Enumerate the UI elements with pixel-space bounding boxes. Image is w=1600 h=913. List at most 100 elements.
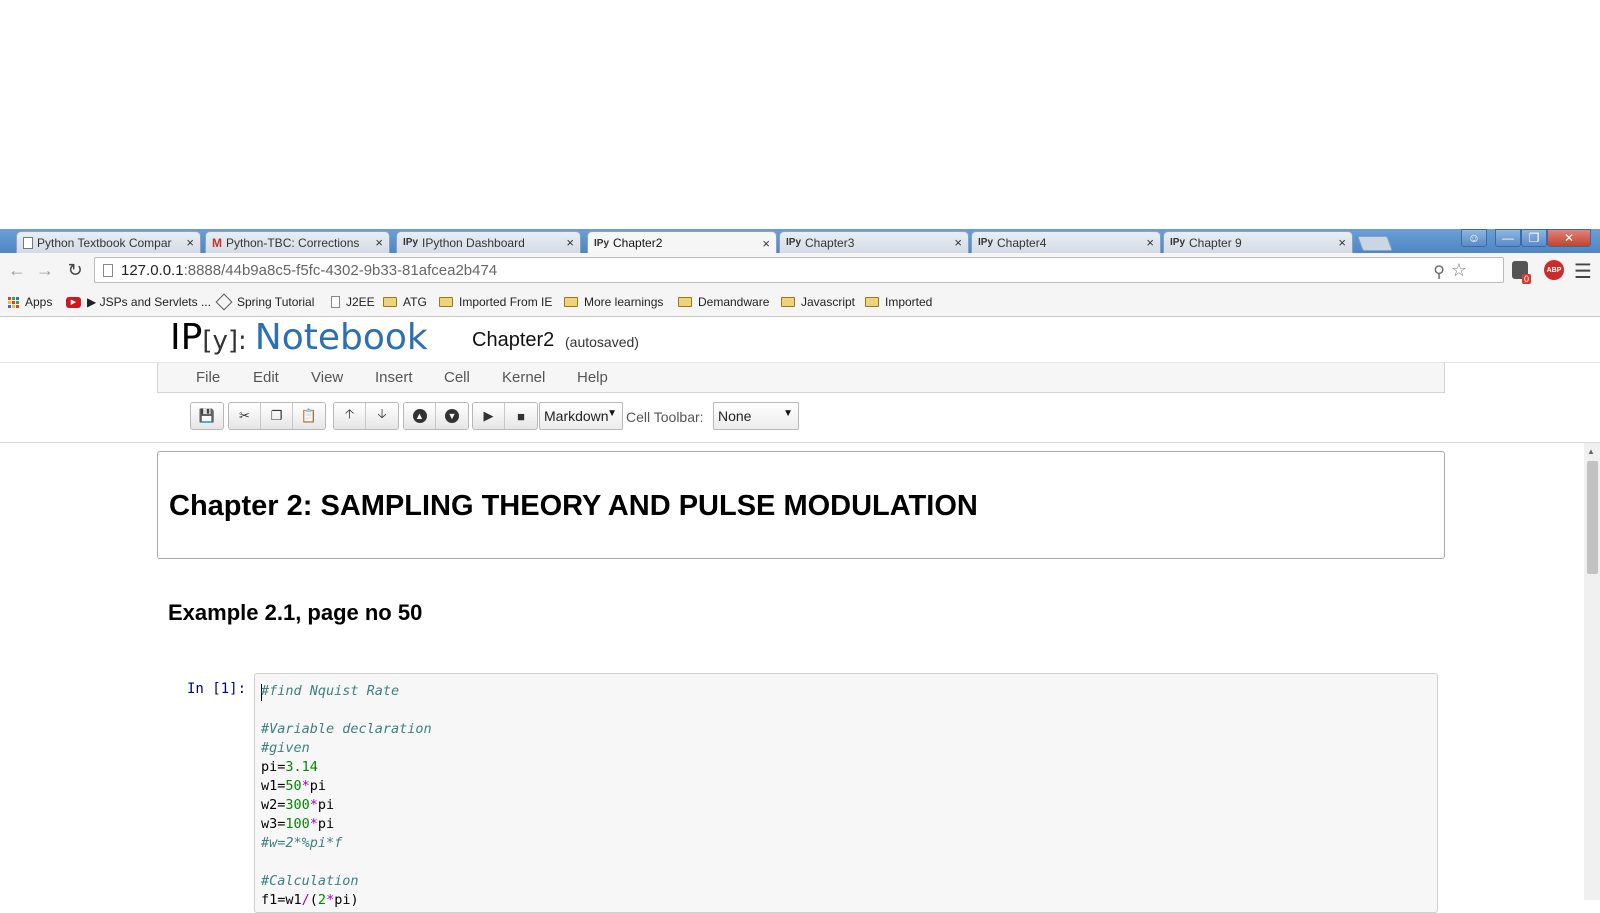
copy-icon[interactable]: ❐: [261, 403, 293, 429]
bookmark-more-learnings[interactable]: More learnings: [564, 295, 663, 309]
spring-icon: [215, 293, 233, 311]
run-group: ▶ ■: [472, 402, 538, 430]
scroll-up-icon[interactable]: ▲: [1587, 447, 1595, 456]
minimize-icon[interactable]: —: [1495, 229, 1521, 247]
ipython-icon: IPy: [1170, 237, 1186, 248]
folder-icon: [781, 297, 795, 307]
folder-icon: [865, 297, 879, 307]
reload-icon[interactable]: ↻: [64, 260, 86, 281]
hamburger-menu-icon[interactable]: ☰: [1574, 259, 1592, 284]
apps-icon: [8, 296, 19, 308]
bookmark-atg[interactable]: ATG: [383, 295, 427, 309]
paste-icon[interactable]: 📋: [293, 403, 325, 429]
move-group: 🡡 🡣: [333, 402, 399, 430]
gmail-icon: M: [212, 235, 222, 250]
run-icon[interactable]: ▶: [473, 403, 505, 429]
restore-icon[interactable]: ❐: [1521, 229, 1547, 247]
youtube-icon: ▶: [66, 296, 81, 308]
save-group: 💾: [190, 402, 224, 430]
new-tab-button[interactable]: [1357, 236, 1393, 251]
autosave-status: (autosaved): [565, 334, 639, 350]
insert-above-icon[interactable]: ▲: [404, 403, 436, 429]
save-icon[interactable]: 💾: [191, 403, 223, 429]
bookmark-apps[interactable]: Apps: [8, 295, 52, 309]
tab-strip: Python Textbook Compar × M Python-TBC: C…: [0, 229, 1600, 254]
bookmark-imported[interactable]: Imported: [865, 295, 932, 309]
close-icon[interactable]: ×: [954, 235, 962, 250]
cell-toolbar-label: Cell Toolbar:: [626, 409, 704, 425]
insert-group: ▲ ▼: [403, 402, 469, 430]
ipython-logo[interactable]: IP[y]: Notebook: [170, 317, 428, 358]
bookmark-imported-from-ie[interactable]: Imported From IE: [439, 295, 552, 309]
ipython-icon: IPy: [786, 237, 802, 248]
window-close-icon[interactable]: ✕: [1547, 229, 1591, 247]
document-icon: [23, 236, 33, 249]
bookmark-javascript[interactable]: Javascript: [781, 295, 855, 309]
ipython-icon: IPy: [594, 237, 610, 249]
tab-chapter2[interactable]: IPy Chapter2 ×: [587, 231, 777, 254]
bookmark-j2ee[interactable]: J2EE: [331, 295, 375, 309]
doc-icon: [331, 296, 340, 308]
edit-group: ✂ ❐ 📋: [228, 402, 326, 430]
chevron-down-icon: ▼: [783, 408, 793, 419]
bookmark-demandware[interactable]: Demandware: [678, 295, 769, 309]
tab-python-tbc[interactable]: M Python-TBC: Corrections ×: [205, 231, 390, 253]
extension-badge: 0: [1522, 274, 1532, 284]
close-icon[interactable]: ×: [566, 235, 574, 250]
code-cell[interactable]: #find Nquist Rate #Variable declaration …: [254, 673, 1438, 913]
blank-area: [0, 0, 1600, 229]
close-icon[interactable]: ×: [762, 236, 770, 251]
zoom-icon[interactable]: ⚲: [1433, 262, 1445, 282]
notebook-header: IP[y]: Notebook Chapter2 (autosaved): [0, 317, 1600, 363]
notebook-menubar: File Edit View Insert Cell Kernel Help: [157, 363, 1445, 393]
code-editor[interactable]: #find Nquist Rate #Variable declaration …: [261, 682, 432, 910]
close-icon[interactable]: ×: [186, 235, 194, 250]
back-icon[interactable]: ←: [6, 260, 28, 281]
insert-below-icon[interactable]: ▼: [436, 403, 468, 429]
heading-1: Chapter 2: SAMPLING THEORY AND PULSE MOD…: [169, 490, 978, 522]
menu-cell[interactable]: Cell: [444, 369, 470, 386]
menu-edit[interactable]: Edit: [253, 369, 279, 386]
tab-chapter9[interactable]: IPy Chapter 9 ×: [1163, 231, 1353, 253]
menu-view[interactable]: View: [311, 369, 343, 386]
adblock-icon[interactable]: ABP: [1544, 260, 1564, 280]
user-icon[interactable]: ☺: [1461, 229, 1487, 247]
menu-kernel[interactable]: Kernel: [502, 369, 545, 386]
close-icon[interactable]: ×: [1338, 235, 1346, 250]
tab-chapter4[interactable]: IPy Chapter4 ×: [971, 231, 1161, 253]
address-bar[interactable]: 127.0.0.1:8888/44b9a8c5-f5fc-4302-9b33-8…: [94, 257, 1504, 283]
bookmark-spring-tutorial[interactable]: Spring Tutorial: [215, 293, 314, 311]
markdown-cell-heading[interactable]: Chapter 2: SAMPLING THEORY AND PULSE MOD…: [157, 451, 1445, 559]
notebook-toolbar: 💾 ✂ ❐ 📋 🡡 🡣 ▲ ▼ ▶ ■ Markdown ▼ Cell Tool…: [0, 393, 1600, 443]
bookmark-jsps-servlets[interactable]: ▶ ▶ JSPs and Servlets ...: [66, 295, 211, 309]
menu-file[interactable]: File: [196, 369, 220, 386]
close-icon[interactable]: ×: [375, 235, 383, 250]
move-up-icon[interactable]: 🡡: [334, 403, 366, 429]
ipython-icon: IPy: [978, 237, 994, 248]
bookmark-star-icon[interactable]: ☆: [1451, 260, 1467, 281]
folder-icon: [439, 297, 453, 307]
cell-type-select[interactable]: Markdown ▼: [539, 402, 623, 430]
menu-help[interactable]: Help: [577, 369, 608, 386]
folder-icon: [564, 297, 578, 307]
chevron-down-icon: ▼: [607, 408, 617, 419]
heading-2: Example 2.1, page no 50: [168, 600, 423, 625]
input-prompt: In [1]:: [187, 681, 247, 697]
menu-insert[interactable]: Insert: [375, 369, 413, 386]
move-down-icon[interactable]: 🡣: [366, 403, 398, 429]
notebook-name[interactable]: Chapter2: [472, 329, 554, 352]
browser-toolbar: ← → ↻ 127.0.0.1:8888/44b9a8c5-f5fc-4302-…: [0, 253, 1600, 287]
page-icon: [103, 263, 113, 277]
folder-icon: [383, 297, 397, 307]
cut-icon[interactable]: ✂: [229, 403, 261, 429]
ipython-icon: IPy: [403, 237, 419, 248]
tab-ipython-dashboard[interactable]: IPy IPython Dashboard ×: [396, 231, 581, 253]
folder-icon: [678, 297, 692, 307]
cell-toolbar-select[interactable]: None ▼: [713, 402, 799, 430]
tab-chapter3[interactable]: IPy Chapter3 ×: [779, 231, 969, 253]
stop-icon[interactable]: ■: [505, 403, 537, 429]
scrollbar-thumb[interactable]: [1587, 461, 1598, 574]
forward-icon[interactable]: →: [34, 260, 56, 281]
close-icon[interactable]: ×: [1146, 235, 1154, 250]
tab-python-textbook[interactable]: Python Textbook Compar ×: [16, 231, 201, 253]
